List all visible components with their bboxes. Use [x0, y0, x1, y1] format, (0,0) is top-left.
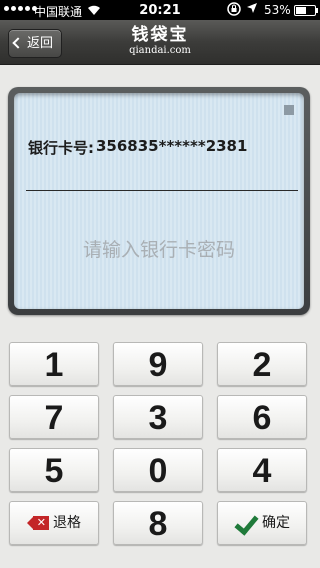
key-9[interactable]: 9 [113, 342, 203, 386]
battery-percent: 53% [264, 3, 291, 17]
pin-input[interactable]: 请输入银行卡密码 [14, 235, 304, 262]
backspace-icon: ✕ [27, 516, 49, 530]
confirm-button[interactable]: 确定 [217, 501, 307, 545]
brand-name: 钱袋宝 [131, 25, 189, 45]
key-5[interactable]: 5 [9, 448, 99, 492]
card-number-value: 356835******2381 [96, 137, 248, 155]
orientation-lock-icon [227, 2, 241, 19]
key-2[interactable]: 2 [217, 342, 307, 386]
key-1[interactable]: 1 [9, 342, 99, 386]
key-6[interactable]: 6 [217, 395, 307, 439]
key-8[interactable]: 8 [113, 501, 203, 545]
checkmark-icon [234, 512, 258, 534]
card-number-label: 银行卡号: [28, 139, 94, 157]
key-7[interactable]: 7 [9, 395, 99, 439]
backspace-label: 退格 [53, 515, 81, 531]
key-3[interactable]: 3 [113, 395, 203, 439]
status-bar: 中国联通 20:21 53% [0, 0, 320, 20]
key-0[interactable]: 0 [113, 448, 203, 492]
card-corner-marker [284, 105, 294, 115]
brand-logo: 钱袋宝 qiandai.com [0, 25, 320, 57]
battery-icon [294, 5, 318, 16]
backspace-button[interactable]: ✕ 退格 [9, 501, 99, 545]
pin-divider [26, 190, 298, 191]
navigation-bar: 返回 钱袋宝 qiandai.com [0, 20, 320, 65]
brand-domain: qiandai.com [129, 45, 191, 56]
location-icon [246, 2, 258, 17]
card-display: 银行卡号: 356835******2381 请输入银行卡密码 [14, 93, 304, 309]
key-4[interactable]: 4 [217, 448, 307, 492]
confirm-label: 确定 [262, 515, 290, 531]
card-panel: 银行卡号: 356835******2381 请输入银行卡密码 [8, 87, 310, 315]
